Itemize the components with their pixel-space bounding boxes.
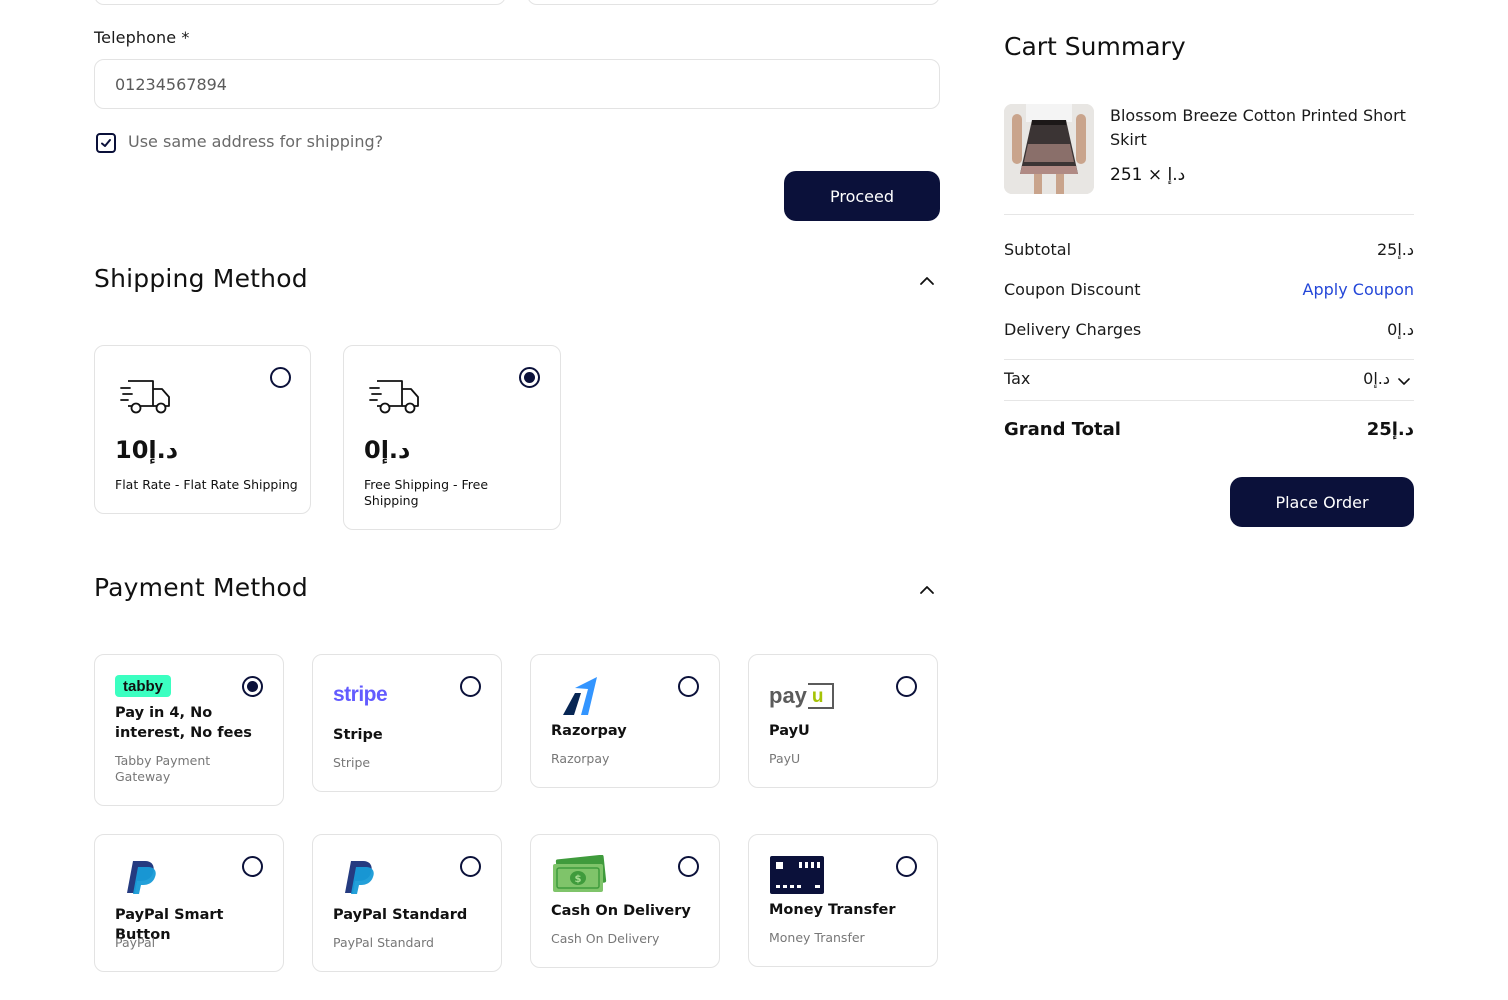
truck-icon bbox=[120, 380, 170, 414]
skirt-image bbox=[1004, 104, 1094, 194]
bank-card-icon bbox=[770, 856, 824, 894]
payment-radio[interactable] bbox=[242, 856, 263, 877]
telephone-label: Telephone * bbox=[94, 28, 190, 47]
payment-option-tabby[interactable]: tabby Pay in 4, No interest, No fees Tab… bbox=[94, 654, 284, 806]
payment-option-paypal-standard[interactable]: PayPal Standard PayPal Standard bbox=[312, 834, 502, 972]
payment-radio[interactable] bbox=[242, 676, 263, 697]
payment-subtitle: Stripe bbox=[333, 755, 371, 770]
telephone-input[interactable]: 01234567894 bbox=[94, 59, 940, 109]
payu-logo: pay u bbox=[769, 681, 834, 711]
cart-summary-title: Cart Summary bbox=[1004, 32, 1186, 61]
previous-field-right[interactable] bbox=[527, 0, 940, 5]
grand-total-value: 25د.إ bbox=[1366, 419, 1414, 440]
payment-subtitle: PayU bbox=[769, 751, 801, 766]
payment-subtitle: Money Transfer bbox=[769, 930, 865, 945]
payment-title: PayPal Standard bbox=[333, 907, 468, 923]
shipping-price: 10د.إ bbox=[115, 436, 179, 464]
place-order-button[interactable]: Place Order bbox=[1230, 477, 1414, 527]
subtotal-label: Subtotal bbox=[1004, 240, 1072, 259]
payment-option-money-transfer[interactable]: Money Transfer Money Transfer bbox=[748, 834, 938, 967]
payment-subtitle: PayPal Standard bbox=[333, 935, 434, 950]
divider bbox=[1004, 214, 1414, 215]
payment-subtitle: Cash On Delivery bbox=[551, 931, 660, 946]
chevron-down-icon[interactable] bbox=[1397, 374, 1411, 388]
checkmark-icon bbox=[101, 139, 111, 147]
shipping-price: 0د.إ bbox=[364, 436, 411, 464]
payment-option-paypal-smart[interactable]: PayPal Smart Button PayPal bbox=[94, 834, 284, 972]
shipping-option-flat-rate[interactable]: 10د.إ Flat Rate - Flat Rate Shipping bbox=[94, 345, 311, 514]
proceed-button[interactable]: Proceed bbox=[784, 171, 940, 221]
subtotal-value: 25د.إ bbox=[1376, 240, 1414, 259]
shipping-name: Flat Rate - Flat Rate Shipping bbox=[115, 477, 298, 492]
same-address-label: Use same address for shipping? bbox=[128, 132, 384, 151]
payment-title: PayU bbox=[769, 723, 810, 739]
grand-total-label: Grand Total bbox=[1004, 419, 1121, 440]
coupon-label: Coupon Discount bbox=[1004, 280, 1141, 299]
payment-radio[interactable] bbox=[896, 856, 917, 877]
payment-option-payu[interactable]: pay u PayU PayU bbox=[748, 654, 938, 788]
tabby-logo: tabby bbox=[115, 675, 171, 697]
tax-value[interactable]: 0د.إ bbox=[1363, 369, 1390, 388]
razorpay-icon bbox=[563, 677, 597, 715]
shipping-radio[interactable] bbox=[270, 367, 291, 388]
payment-radio[interactable] bbox=[896, 676, 917, 697]
shipping-method-title: Shipping Method bbox=[94, 264, 308, 293]
product-name[interactable]: Blossom Breeze Cotton Printed Short Skir… bbox=[1110, 104, 1410, 152]
payment-option-cod[interactable]: $ Cash On Delivery Cash On Delivery bbox=[530, 834, 720, 968]
shipping-option-free[interactable]: 0د.إ Free Shipping - Free Shipping bbox=[343, 345, 561, 530]
paypal-icon bbox=[127, 861, 156, 894]
payment-option-stripe[interactable]: stripe Stripe Stripe bbox=[312, 654, 502, 792]
payment-title: Cash On Delivery bbox=[551, 903, 691, 919]
tax-label: Tax bbox=[1004, 369, 1031, 388]
payment-title: Pay in 4, No interest, No fees bbox=[115, 705, 252, 741]
previous-field-left[interactable] bbox=[94, 0, 506, 5]
shipping-name: Free Shipping - Free Shipping bbox=[364, 477, 489, 508]
delivery-value: 0د.إ bbox=[1387, 320, 1414, 339]
divider bbox=[1004, 359, 1414, 360]
chevron-up-icon[interactable] bbox=[919, 582, 935, 598]
product-thumbnail[interactable] bbox=[1004, 104, 1094, 194]
payment-title: Money Transfer bbox=[769, 902, 896, 918]
cash-icon: $ bbox=[553, 855, 607, 892]
payment-subtitle: Tabby Payment Gateway bbox=[115, 753, 211, 784]
paypal-icon bbox=[345, 861, 374, 894]
stripe-logo: stripe bbox=[333, 683, 388, 706]
payment-method-title: Payment Method bbox=[94, 573, 308, 602]
product-price-qty: 251 × د.إ bbox=[1110, 165, 1186, 185]
delivery-label: Delivery Charges bbox=[1004, 320, 1142, 339]
payment-radio[interactable] bbox=[678, 856, 699, 877]
divider bbox=[1004, 400, 1414, 401]
payment-radio[interactable] bbox=[678, 676, 699, 697]
payment-subtitle: PayPal bbox=[115, 935, 156, 950]
payment-radio[interactable] bbox=[460, 676, 481, 697]
same-address-checkbox[interactable] bbox=[96, 133, 116, 153]
payment-subtitle: Razorpay bbox=[551, 751, 610, 766]
truck-icon bbox=[369, 380, 419, 414]
payment-radio[interactable] bbox=[460, 856, 481, 877]
shipping-radio[interactable] bbox=[519, 367, 540, 388]
apply-coupon-link[interactable]: Apply Coupon bbox=[1303, 280, 1414, 299]
payment-title: Razorpay bbox=[551, 723, 627, 739]
payment-option-razorpay[interactable]: Razorpay Razorpay bbox=[530, 654, 720, 788]
svg-text:$: $ bbox=[575, 874, 582, 885]
chevron-up-icon[interactable] bbox=[919, 273, 935, 289]
payment-title: Stripe bbox=[333, 727, 383, 743]
